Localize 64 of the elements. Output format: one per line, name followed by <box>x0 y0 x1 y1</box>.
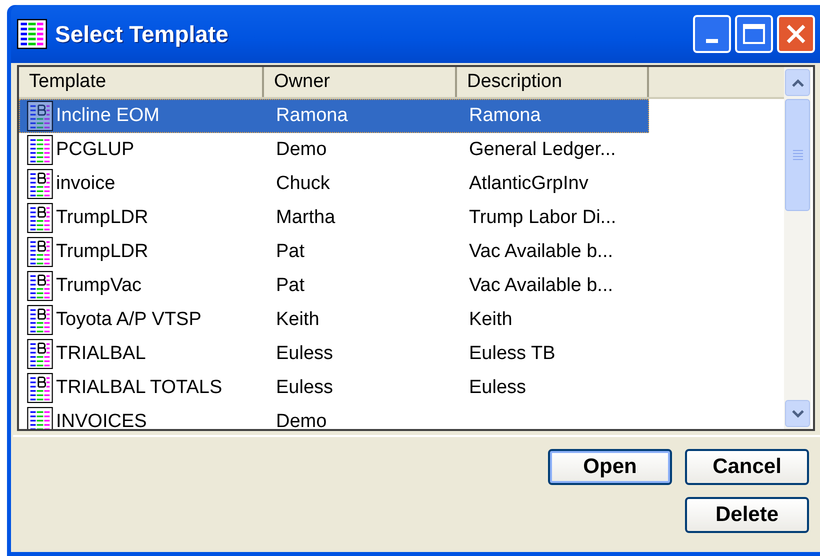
table-row[interactable]: TRIALBAL TOTALS Euless Euless <box>19 371 784 405</box>
table-row[interactable]: TrumpLDR Martha Trump Labor Di... <box>19 201 784 235</box>
window-title: Select Template <box>55 20 228 49</box>
close-button[interactable] <box>777 15 815 53</box>
report-icon <box>27 271 53 301</box>
table-row[interactable]: TRIALBAL Euless Euless TB <box>19 337 784 371</box>
table-cell-text: Euless <box>468 376 528 400</box>
report-icon <box>27 339 53 369</box>
close-icon <box>785 23 807 45</box>
table-cell-text: Euless <box>275 342 334 366</box>
table-cell-text: INVOICES <box>56 410 147 429</box>
table-row[interactable]: INVOICES Demo <box>19 405 784 429</box>
report-icon <box>27 373 53 403</box>
table-cell-text: Demo <box>275 410 328 429</box>
table-cell-text: Euless TB <box>468 342 556 366</box>
table-cell-text: General Ledger... <box>468 138 617 162</box>
table-cell-text: Ramona <box>468 104 542 128</box>
table-cell-text: Keith <box>275 308 320 332</box>
table-cell-text: Keith <box>468 308 514 332</box>
column-header[interactable]: Template <box>19 67 264 97</box>
table-row[interactable]: PCGLUP Demo General Ledger... <box>19 133 784 167</box>
scroll-down-button[interactable] <box>785 400 810 427</box>
scroll-thumb[interactable] <box>785 99 810 211</box>
table-cell-text: Pat <box>275 240 306 264</box>
table-cell-text: Vac Available b... <box>468 274 614 298</box>
table-cell-text: TrumpLDR <box>56 240 148 264</box>
table-cell-text: Euless <box>275 376 334 400</box>
table-cell-text: PCGLUP <box>56 138 134 162</box>
column-header[interactable]: Owner <box>264 67 457 97</box>
table-row[interactable]: invoice Chuck AtlanticGrpInv <box>19 167 784 201</box>
minimize-button[interactable] <box>693 15 731 53</box>
table-cell-text: AtlanticGrpInv <box>468 172 590 196</box>
table-row[interactable]: Toyota A/P VTSP Keith Keith <box>19 303 784 337</box>
table-row[interactable]: TrumpLDR Pat Vac Available b... <box>19 235 784 269</box>
report-icon <box>27 305 53 335</box>
table-cell-text: Chuck <box>275 172 331 196</box>
scrollbar[interactable] <box>784 67 811 429</box>
report-icon <box>27 101 53 131</box>
grip-icon <box>792 149 804 161</box>
table-cell-text: Trump Labor Di... <box>468 206 618 230</box>
table-cell-text: invoice <box>56 172 116 196</box>
table-cell-text: TRIALBAL <box>56 342 146 366</box>
table-cell-text: TRIALBAL TOTALS <box>56 376 222 400</box>
maximize-button[interactable] <box>735 15 773 53</box>
table-row[interactable]: TrumpVac Pat Vac Available b... <box>19 269 784 303</box>
table-cell-text: Pat <box>275 274 306 298</box>
table-cell-text: TrumpLDR <box>56 206 148 230</box>
table-cell-text: Vac Available b... <box>468 240 614 264</box>
ledger-icon <box>27 135 53 165</box>
table-cell-text: Incline EOM <box>56 104 160 128</box>
table-cell-text: Demo <box>275 138 328 162</box>
scroll-up-button[interactable] <box>785 69 810 96</box>
report-icon <box>27 203 53 233</box>
table-cell-text: Ramona <box>275 104 349 128</box>
cancel-button[interactable]: Cancel <box>685 449 809 485</box>
report-icon <box>27 237 53 267</box>
column-header[interactable]: Description <box>457 67 649 97</box>
app-icon <box>17 19 47 49</box>
table-cell-text: TrumpVac <box>56 274 142 298</box>
report-icon <box>27 169 53 199</box>
table-cell-text: Toyota A/P VTSP <box>56 308 202 332</box>
delete-button[interactable]: Delete <box>685 497 809 533</box>
table-cell-text: Martha <box>275 206 336 230</box>
open-button[interactable]: Open <box>548 449 672 485</box>
